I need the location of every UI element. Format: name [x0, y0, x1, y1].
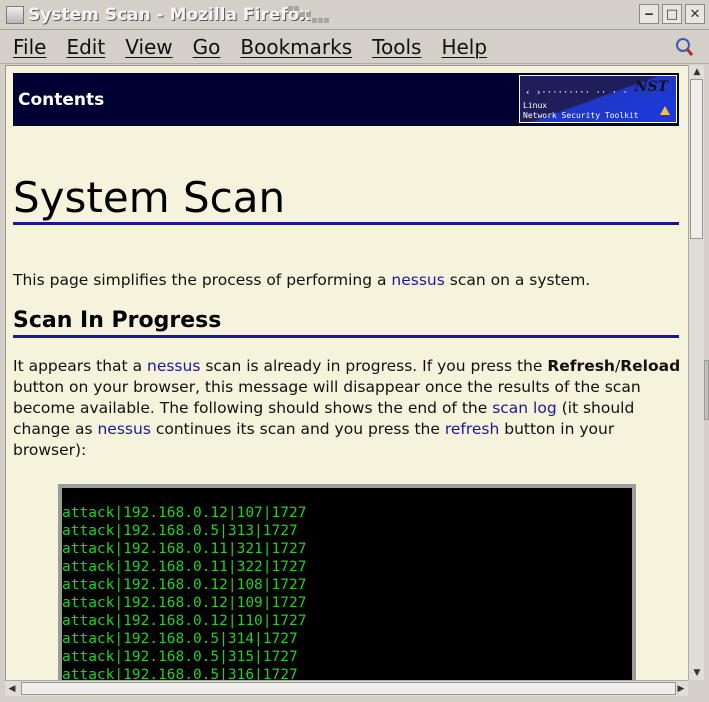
logo-dots: ‹ ›········· ·· · · [525, 88, 628, 98]
nst-logo[interactable]: ‹ ›········· ·· · · NST Linux Network Se… [519, 75, 677, 123]
menu-go[interactable]: Go [193, 35, 221, 59]
header-band: Contents ‹ ›········· ·· · · NST Linux N… [13, 73, 679, 126]
vertical-scrollbar[interactable]: ▲ ▼ [688, 65, 704, 680]
scroll-left-arrow-icon[interactable]: ◀ [5, 681, 19, 697]
scan-log-link[interactable]: scan log [492, 399, 556, 417]
log-line: attack|192.168.0.12|109|1727 [62, 595, 307, 611]
vertical-scroll-thumb[interactable] [690, 79, 703, 239]
logo-line-1: Linux [523, 101, 548, 110]
scroll-down-arrow-icon[interactable]: ▼ [689, 666, 705, 680]
section-divider [13, 335, 679, 338]
scroll-right-arrow-icon[interactable]: ▶ [674, 681, 688, 697]
maximize-button[interactable]: □ [662, 4, 682, 24]
log-line: attack|192.168.0.5|315|1727 [62, 649, 298, 665]
menu-bar: File Edit View Go Bookmarks Tools Help [0, 30, 709, 64]
log-line: attack|192.168.0.12|107|1727 [62, 505, 307, 521]
menu-tools[interactable]: Tools [372, 35, 421, 59]
resize-handle[interactable] [704, 360, 709, 420]
menu-file[interactable]: File [13, 35, 46, 59]
horizontal-scrollbar[interactable]: ◀ ▶ [5, 680, 688, 696]
nessus-link[interactable]: nessus [391, 271, 444, 289]
nessus-link[interactable]: nessus [97, 420, 150, 438]
title-divider [13, 222, 679, 225]
page-content: Contents ‹ ›········· ·· · · NST Linux N… [5, 65, 688, 680]
menu-help[interactable]: Help [441, 35, 487, 59]
menu-edit[interactable]: Edit [66, 35, 105, 59]
log-line: attack|192.168.0.5|313|1727 [62, 523, 298, 539]
section-title: Scan In Progress [13, 308, 222, 333]
contents-link[interactable]: Contents [18, 90, 104, 110]
logo-line-2: Network Security Toolkit [523, 111, 639, 120]
menu-view[interactable]: View [125, 35, 172, 59]
activity-throbber-icon [676, 38, 694, 56]
logo-brand: NST [634, 79, 668, 95]
warning-triangle-icon [660, 106, 670, 115]
refresh-link[interactable]: refresh [445, 420, 500, 438]
menu-bookmarks[interactable]: Bookmarks [240, 35, 352, 59]
window-title: System Scan - Mozilla Firefox [28, 4, 311, 25]
intro-paragraph: This page simplifies the process of perf… [13, 271, 591, 289]
log-line: attack|192.168.0.12|108|1727 [62, 577, 307, 593]
titlebar-grip-decoration [288, 6, 336, 24]
log-line: attack|192.168.0.12|110|1727 [62, 613, 307, 629]
log-line: attack|192.168.0.11|321|1727 [62, 541, 307, 557]
log-line: attack|192.168.0.5|314|1727 [62, 631, 298, 647]
progress-paragraph: It appears that a nessus scan is already… [13, 357, 681, 459]
close-button[interactable]: ✕ [685, 4, 705, 24]
nessus-link[interactable]: nessus [147, 357, 200, 375]
window-menu-icon[interactable] [6, 5, 24, 24]
window-titlebar: System Scan - Mozilla Firefox ‒ □ ✕ [0, 0, 709, 30]
log-line: attack|192.168.0.11|322|1727 [62, 559, 307, 575]
window-right-edge [704, 65, 709, 702]
page-title: System Scan [13, 173, 286, 222]
scan-log-output: attack|192.168.0.12|107|1727 attack|192.… [58, 484, 636, 680]
scroll-up-arrow-icon[interactable]: ▲ [689, 65, 705, 79]
horizontal-scroll-thumb[interactable] [21, 682, 676, 695]
log-line: attack|192.168.0.5|316|1727 [62, 667, 298, 680]
minimize-button[interactable]: ‒ [639, 4, 659, 24]
